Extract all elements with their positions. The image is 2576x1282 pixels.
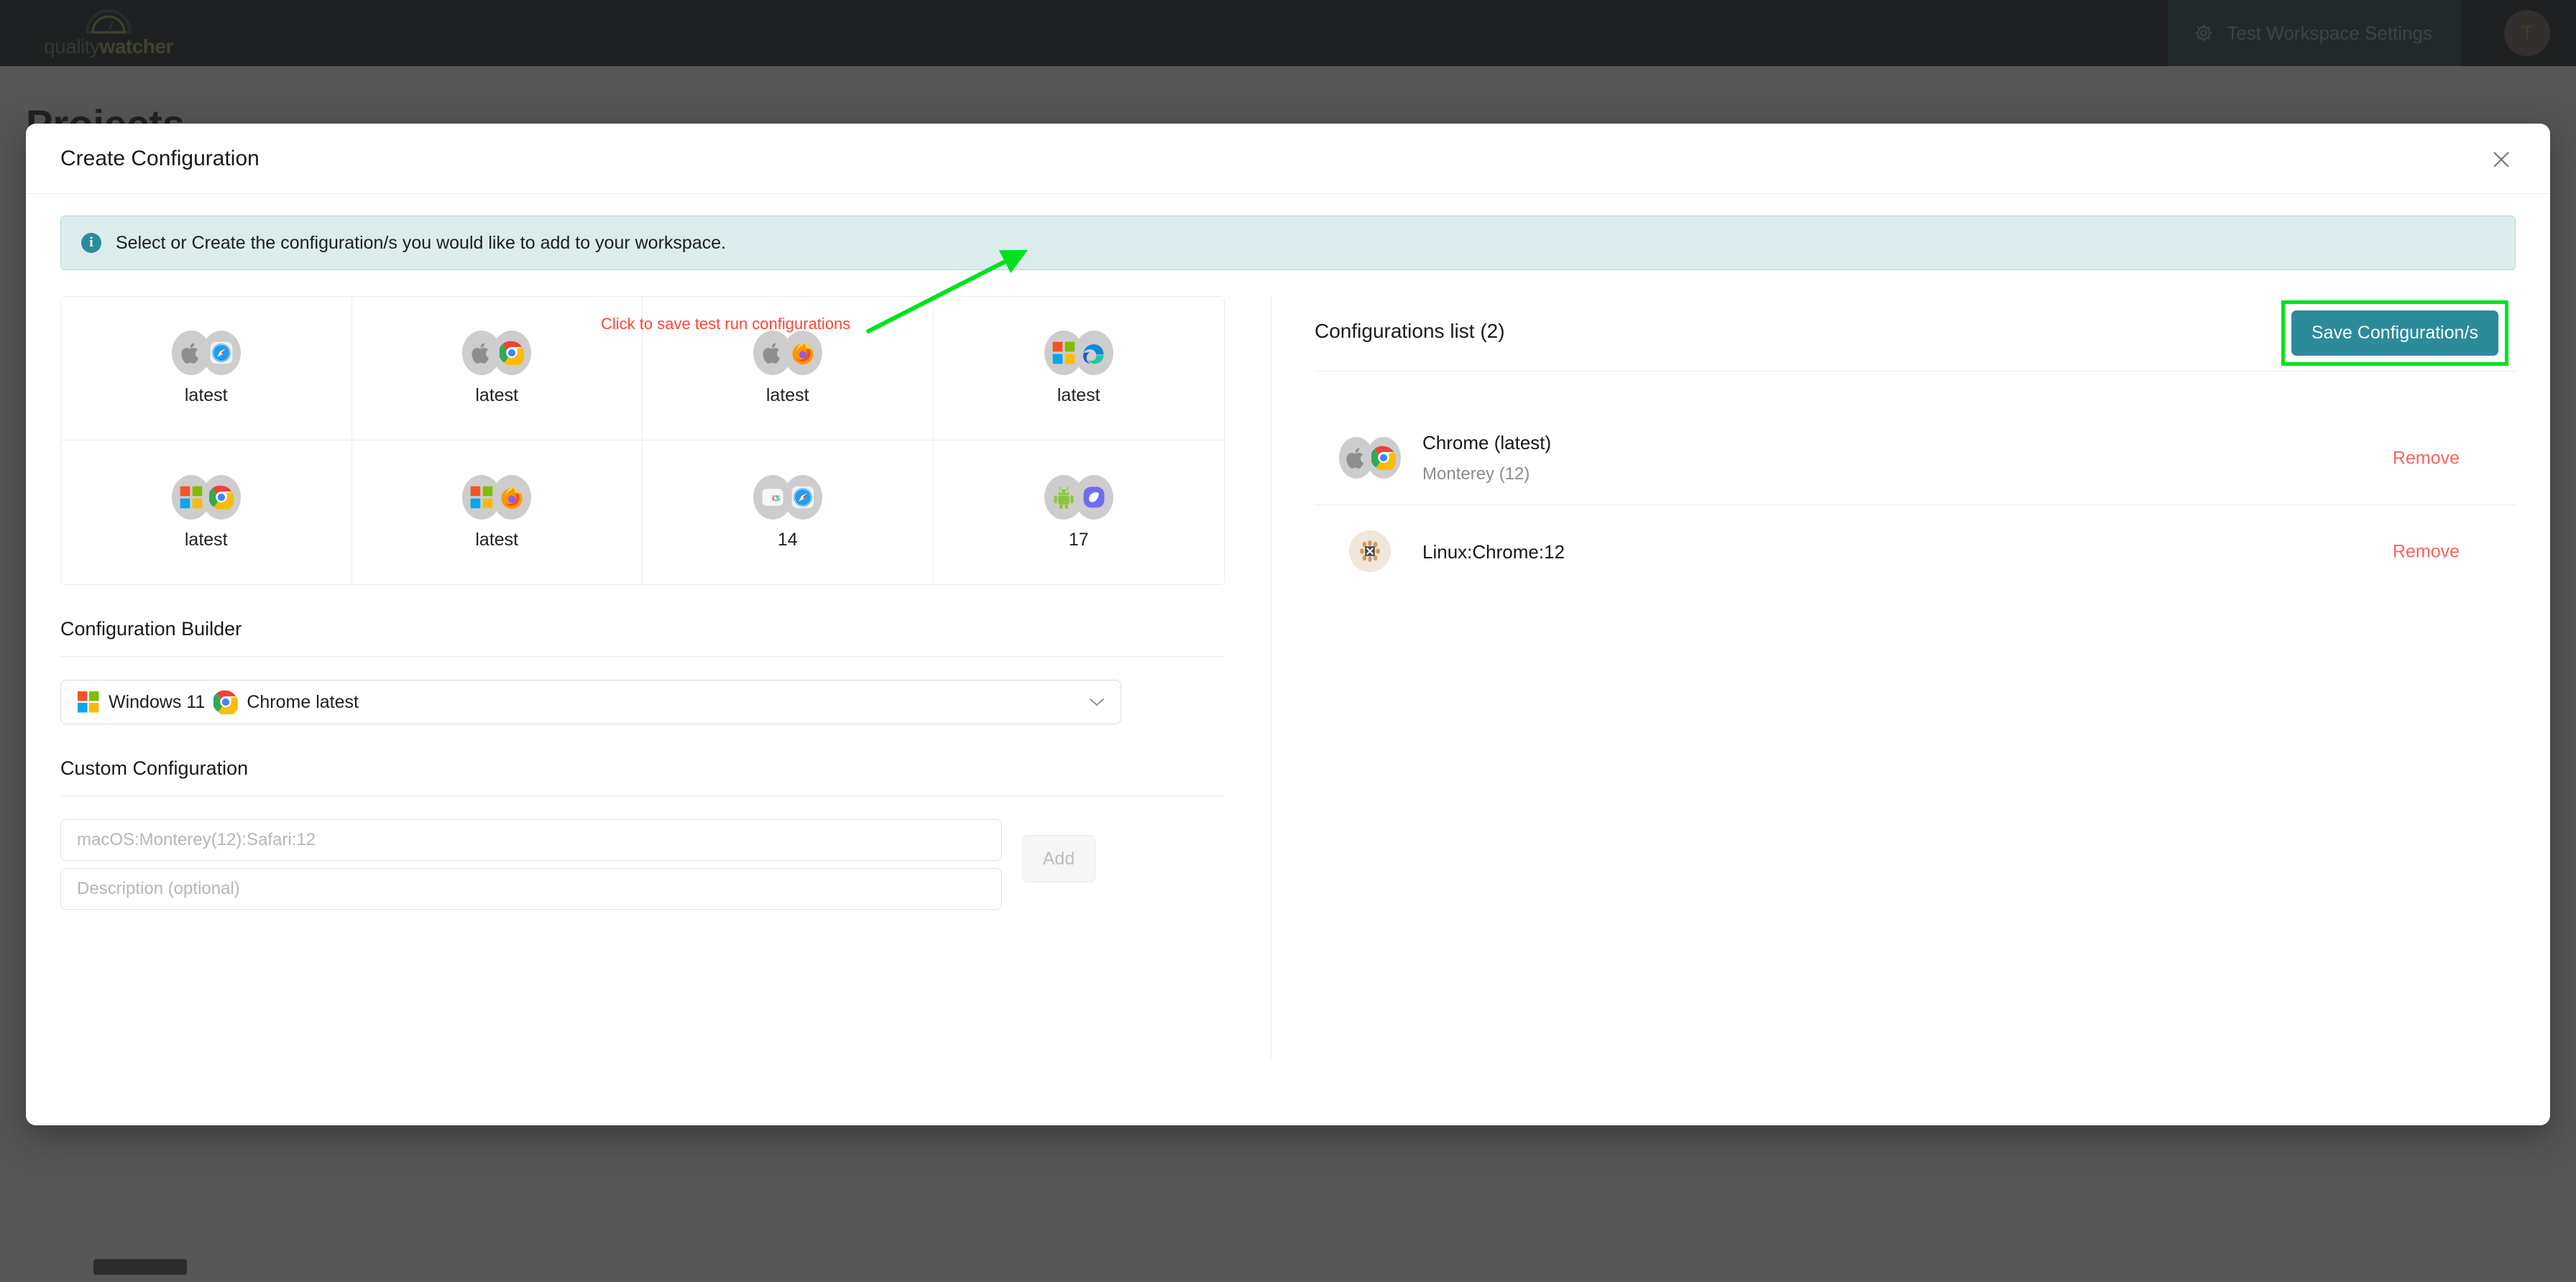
chrome-icon: [213, 690, 239, 714]
selected-os-label: Windows 11: [109, 691, 206, 712]
configuration-icon-badge: [1349, 530, 1391, 572]
configuration-list-item: Chrome (latest) Monterey (12) Remove: [1315, 412, 2516, 505]
custom-configuration-row: Add: [60, 819, 1271, 910]
browser-icon-badge: [1366, 436, 1401, 479]
tile-icon-pair: [1044, 331, 1113, 375]
apple-icon: [1346, 447, 1363, 469]
custom-configuration-inputs: [60, 819, 1002, 910]
preset-configuration-tile[interactable]: latest: [933, 297, 1224, 441]
configuration-builder-select[interactable]: Windows 11 Chrome latest: [60, 680, 1121, 724]
svg-text:S: S: [775, 494, 780, 503]
selected-browser-label: Chrome latest: [247, 691, 359, 712]
browser-icon-badge: [492, 474, 532, 520]
modal-columns: latest latest latest latest latest latest i O S 1…: [60, 249, 2516, 1058]
annotation-text: Click to save test run configurations: [601, 315, 851, 333]
safari-icon: [791, 486, 814, 508]
close-icon: [2493, 152, 2509, 167]
browser-icon-badge: [783, 331, 822, 375]
tile-version-label: latest: [1057, 385, 1100, 405]
apple-icon: [472, 343, 489, 364]
remove-configuration-button[interactable]: Remove: [2393, 448, 2460, 469]
windows-icon: [1052, 341, 1075, 364]
modal-header: Create Configuration: [26, 124, 2550, 194]
configuration-item-subtitle: Monterey (12): [1422, 464, 1530, 484]
apple-icon: [763, 343, 780, 364]
configurations-list-column: Configurations list (2) Save Configurati…: [601, 249, 2516, 1058]
configuration-picker-column: latest latest latest latest latest latest i O S 1…: [60, 296, 1271, 1058]
remove-configuration-button[interactable]: Remove: [2393, 542, 2460, 563]
preset-configuration-tile[interactable]: latest: [351, 441, 643, 584]
windows-icon: [470, 486, 493, 508]
divider: [60, 656, 1225, 657]
configuration-item-name: Chrome (latest): [1422, 432, 1552, 453]
tile-version-label: 17: [1068, 529, 1089, 550]
preset-configuration-tile[interactable]: latest: [61, 441, 352, 584]
configuration-item-name: Linux:Chrome:12: [1422, 540, 1565, 563]
create-configuration-modal: Create Configuration i Select or Create …: [26, 124, 2550, 1125]
custom-config-description-input[interactable]: [60, 868, 1002, 910]
samsung-internet-icon: [1083, 486, 1105, 507]
tile-icon-pair: [171, 331, 241, 375]
info-icon: i: [81, 233, 101, 253]
windows-icon: [180, 486, 203, 508]
info-banner-text: Select or Create the configuration/s you…: [116, 232, 727, 253]
tile-icon-pair: [1044, 474, 1113, 520]
chrome-icon: [1371, 446, 1396, 470]
tile-version-label: latest: [765, 385, 809, 405]
browser-icon-badge: [1074, 474, 1113, 520]
preset-configuration-tile[interactable]: 17: [933, 441, 1224, 584]
browser-icon-badge: [1074, 331, 1113, 375]
add-button[interactable]: Add: [1022, 835, 1095, 882]
apple-icon: [181, 343, 198, 364]
configuration-item-texts: Linux:Chrome:12: [1422, 541, 1565, 563]
ios-icon: iOS: [762, 488, 783, 506]
firefox-icon: [501, 487, 523, 509]
browser-icon-badge: [201, 474, 241, 520]
save-configurations-button[interactable]: Save Configuration/s: [2291, 310, 2498, 356]
browser-icon-badge: [201, 331, 241, 375]
browser-icon-badge: [783, 474, 822, 520]
preset-configuration-grid: latest latest latest latest latest latest i O S 1…: [60, 296, 1225, 585]
tile-icon-pair: [753, 331, 822, 375]
tile-version-label: 14: [777, 529, 798, 550]
tile-version-label: latest: [475, 385, 519, 405]
chevron-down-icon: [1090, 698, 1104, 706]
browser-icon-badge: [492, 331, 532, 375]
edge-icon: [1082, 344, 1104, 364]
configuration-item-icons: [1339, 436, 1401, 480]
chrome-icon: [500, 341, 525, 365]
info-banner: i Select or Create the configuration/s y…: [60, 216, 2516, 270]
configurations-list-title: Configurations list (2): [1315, 320, 1505, 342]
chrome-icon: [208, 485, 234, 509]
close-button[interactable]: [2484, 142, 2518, 177]
modal-title: Create Configuration: [60, 147, 259, 170]
configuration-item-icons: [1339, 530, 1401, 573]
preset-configuration-tile[interactable]: latest: [61, 297, 352, 441]
configuration-builder-title: Configuration Builder: [60, 618, 242, 640]
tile-icon-pair: [171, 474, 241, 520]
windows-icon: [77, 691, 100, 714]
configurations-list: Chrome (latest) Monterey (12) Remove Linux:…: [1315, 412, 2516, 599]
tile-icon-pair: iOS: [753, 474, 822, 520]
preset-configuration-tile[interactable]: i O S 14: [643, 441, 934, 584]
divider: [1315, 371, 2516, 372]
configuration-item-texts: Chrome (latest) Monterey (12): [1422, 432, 1551, 484]
configuration-list-item: Linux:Chrome:12 Remove: [1315, 505, 2516, 599]
save-button-highlight: Save Configuration/s: [2281, 300, 2508, 366]
safari-icon: [210, 341, 233, 364]
configurations-list-header: Configurations list (2) Save Configurati…: [1315, 296, 2516, 366]
tile-icon-pair: [462, 474, 532, 520]
custom-config-input[interactable]: [60, 819, 1002, 861]
custom-configuration-title: Custom Configuration: [60, 757, 249, 779]
tile-icon-pair: [462, 331, 532, 375]
broken-image-icon: [1358, 540, 1381, 563]
android-icon: [1054, 486, 1074, 509]
preset-configuration-tile[interactable]: latest: [351, 297, 643, 441]
tile-version-label: latest: [184, 385, 228, 405]
tile-version-label: latest: [475, 529, 519, 550]
firefox-icon: [792, 343, 814, 365]
tile-version-label: latest: [184, 529, 228, 550]
modal-body: i Select or Create the configuration/s y…: [26, 194, 2550, 1058]
